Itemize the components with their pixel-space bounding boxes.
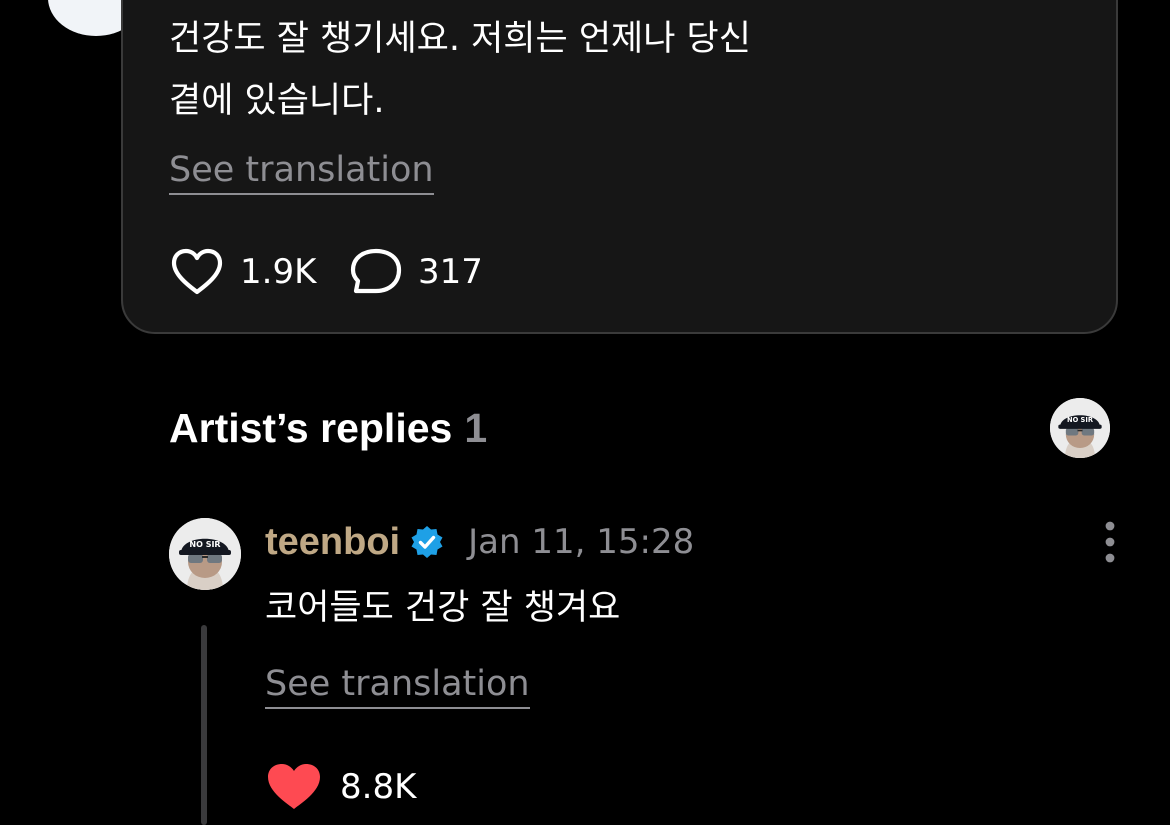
cap-text-reply: NO SIR xyxy=(189,540,220,549)
comment-bubble-icon xyxy=(350,248,402,294)
no-sir-cap-avatar-icon: NO SIR xyxy=(1050,398,1110,458)
reply-see-translation-link[interactable]: See translation xyxy=(265,662,530,709)
verified-badge-icon xyxy=(411,526,443,558)
post-like-count: 1.9K xyxy=(240,252,317,292)
cap-text-small: NO SIR xyxy=(1067,416,1093,424)
reply-more-options-button[interactable] xyxy=(1094,520,1126,564)
artist-replies-count: 1 xyxy=(464,405,488,451)
post-see-translation-link[interactable]: See translation xyxy=(169,148,434,195)
post-body-text: 건강도 잘 챙기세요. 저희는 언제나 당신 곁에 있습니다. xyxy=(169,19,751,121)
reply-body-text: 코어들도 건강 잘 챙겨요 xyxy=(265,588,621,628)
reply-author-avatar[interactable]: NO SIR xyxy=(169,518,241,590)
artist-replies-title: Artist’s replies xyxy=(169,405,453,451)
artist-avatar-small[interactable]: NO SIR xyxy=(1050,398,1110,458)
post-like-button[interactable]: 1.9K xyxy=(170,247,316,297)
heart-outline-icon xyxy=(171,248,223,295)
reply-author-name[interactable]: teenboi xyxy=(265,521,400,564)
reply-like-button[interactable]: 8.8K xyxy=(266,760,416,814)
reply-thread-line xyxy=(201,625,207,825)
post-comment-count: 317 xyxy=(418,252,483,292)
no-sir-cap-avatar-icon: NO SIR xyxy=(169,518,241,590)
more-vertical-icon xyxy=(1105,521,1115,563)
reply-meta: teenboi Jan 11, 15:28 xyxy=(265,517,694,567)
artist-replies-header: Artist’s replies 1 xyxy=(169,402,487,454)
reply-like-count: 8.8K xyxy=(340,767,417,807)
heart-filled-icon xyxy=(268,764,320,809)
reply-timestamp: Jan 11, 15:28 xyxy=(468,522,695,562)
post-comment-button[interactable]: 317 xyxy=(350,247,483,297)
